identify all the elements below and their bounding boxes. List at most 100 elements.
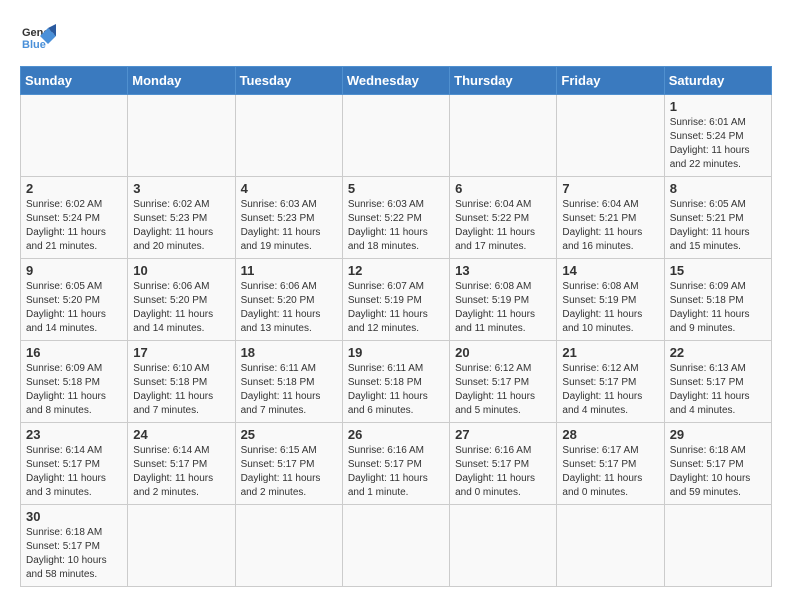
- calendar-day-cell: [450, 505, 557, 587]
- calendar-day-cell: 18 Sunrise: 6:11 AM Sunset: 5:18 PM Dayli…: [235, 341, 342, 423]
- day-info: Sunrise: 6:15 AM Sunset: 5:17 PM Dayligh…: [241, 444, 337, 500]
- day-number: 25: [241, 427, 337, 442]
- day-number: 22: [670, 345, 766, 360]
- calendar-week-row: 9 Sunrise: 6:05 AM Sunset: 5:20 PM Daylig…: [21, 259, 772, 341]
- calendar-day-cell: 9 Sunrise: 6:05 AM Sunset: 5:20 PM Daylig…: [21, 259, 128, 341]
- calendar-table: SundayMondayTuesdayWednesdayThursdayFrid…: [20, 66, 772, 587]
- calendar-day-cell: 17Sunrise: 6:10 AM Sunset: 5:18 PM Dayli…: [128, 341, 235, 423]
- day-of-week-header: Wednesday: [342, 67, 449, 95]
- calendar-day-cell: 20Sunrise: 6:12 AM Sunset: 5:17 PM Dayli…: [450, 341, 557, 423]
- day-info: Sunrise: 6:05 AM Sunset: 5:20 PM Dayligh…: [26, 280, 122, 336]
- calendar-day-cell: 23 Sunrise: 6:14 AM Sunset: 5:17 PM Dayli…: [21, 423, 128, 505]
- calendar-week-row: 1 Sunrise: 6:01 AM Sunset: 5:24 PM Daylig…: [21, 95, 772, 177]
- day-number: 1: [670, 99, 766, 114]
- calendar-day-cell: 21Sunrise: 6:12 AM Sunset: 5:17 PM Dayli…: [557, 341, 664, 423]
- day-of-week-header: Sunday: [21, 67, 128, 95]
- day-info: Sunrise: 6:08 AM Sunset: 5:19 PM Dayligh…: [562, 280, 658, 336]
- day-number: 16: [26, 345, 122, 360]
- day-info: Sunrise: 6:16 AM Sunset: 5:17 PM Dayligh…: [348, 444, 444, 500]
- day-info: Sunrise: 6:17 AM Sunset: 5:17 PM Dayligh…: [562, 444, 658, 500]
- day-number: 30: [26, 509, 122, 524]
- day-number: 17: [133, 345, 229, 360]
- day-number: 3: [133, 181, 229, 196]
- svg-text:Blue: Blue: [22, 39, 46, 51]
- calendar-day-cell: 4 Sunrise: 6:03 AM Sunset: 5:23 PM Daylig…: [235, 177, 342, 259]
- calendar-day-cell: [128, 95, 235, 177]
- day-info: Sunrise: 6:14 AM Sunset: 5:17 PM Dayligh…: [133, 444, 229, 500]
- calendar-day-cell: [557, 505, 664, 587]
- day-number: 9: [26, 263, 122, 278]
- day-info: Sunrise: 6:14 AM Sunset: 5:17 PM Dayligh…: [26, 444, 122, 500]
- day-info: Sunrise: 6:11 AM Sunset: 5:18 PM Dayligh…: [348, 362, 444, 418]
- calendar-day-cell: 27 Sunrise: 6:16 AM Sunset: 5:17 PM Dayli…: [450, 423, 557, 505]
- calendar-day-cell: 28 Sunrise: 6:17 AM Sunset: 5:17 PM Dayli…: [557, 423, 664, 505]
- logo: General Blue: [20, 20, 56, 56]
- calendar-day-cell: 14 Sunrise: 6:08 AM Sunset: 5:19 PM Dayli…: [557, 259, 664, 341]
- day-info: Sunrise: 6:09 AM Sunset: 5:18 PM Dayligh…: [670, 280, 766, 336]
- calendar-week-row: 23 Sunrise: 6:14 AM Sunset: 5:17 PM Dayli…: [21, 423, 772, 505]
- day-info: Sunrise: 6:03 AM Sunset: 5:22 PM Dayligh…: [348, 198, 444, 254]
- day-of-week-header: Monday: [128, 67, 235, 95]
- calendar-day-cell: 24 Sunrise: 6:14 AM Sunset: 5:17 PM Dayli…: [128, 423, 235, 505]
- calendar-day-cell: 6 Sunrise: 6:04 AM Sunset: 5:22 PM Daylig…: [450, 177, 557, 259]
- day-number: 26: [348, 427, 444, 442]
- day-of-week-header: Tuesday: [235, 67, 342, 95]
- day-of-week-header: Friday: [557, 67, 664, 95]
- calendar-day-cell: [557, 95, 664, 177]
- day-info: Sunrise: 6:18 AM Sunset: 5:17 PM Dayligh…: [670, 444, 766, 500]
- day-number: 5: [348, 181, 444, 196]
- page-header: General Blue: [20, 20, 772, 56]
- day-of-week-header: Thursday: [450, 67, 557, 95]
- calendar-day-cell: 22 Sunrise: 6:13 AM Sunset: 5:17 PM Dayli…: [664, 341, 771, 423]
- day-number: 19: [348, 345, 444, 360]
- calendar-day-cell: 12Sunrise: 6:07 AM Sunset: 5:19 PM Dayli…: [342, 259, 449, 341]
- calendar-day-cell: 2 Sunrise: 6:02 AM Sunset: 5:24 PM Daylig…: [21, 177, 128, 259]
- day-info: Sunrise: 6:16 AM Sunset: 5:17 PM Dayligh…: [455, 444, 551, 500]
- day-number: 27: [455, 427, 551, 442]
- day-number: 14: [562, 263, 658, 278]
- day-number: 28: [562, 427, 658, 442]
- calendar-header-row: SundayMondayTuesdayWednesdayThursdayFrid…: [21, 67, 772, 95]
- day-info: Sunrise: 6:05 AM Sunset: 5:21 PM Dayligh…: [670, 198, 766, 254]
- calendar-week-row: 2 Sunrise: 6:02 AM Sunset: 5:24 PM Daylig…: [21, 177, 772, 259]
- calendar-day-cell: 19 Sunrise: 6:11 AM Sunset: 5:18 PM Dayli…: [342, 341, 449, 423]
- calendar-day-cell: 11 Sunrise: 6:06 AM Sunset: 5:20 PM Dayli…: [235, 259, 342, 341]
- calendar-day-cell: [235, 95, 342, 177]
- day-info: Sunrise: 6:09 AM Sunset: 5:18 PM Dayligh…: [26, 362, 122, 418]
- day-info: Sunrise: 6:01 AM Sunset: 5:24 PM Dayligh…: [670, 116, 766, 172]
- calendar-week-row: 30 Sunrise: 6:18 AM Sunset: 5:17 PM Dayli…: [21, 505, 772, 587]
- day-number: 24: [133, 427, 229, 442]
- day-number: 23: [26, 427, 122, 442]
- day-number: 18: [241, 345, 337, 360]
- calendar-day-cell: 26 Sunrise: 6:16 AM Sunset: 5:17 PM Dayli…: [342, 423, 449, 505]
- day-info: Sunrise: 6:07 AM Sunset: 5:19 PM Dayligh…: [348, 280, 444, 336]
- day-number: 7: [562, 181, 658, 196]
- day-number: 13: [455, 263, 551, 278]
- day-number: 4: [241, 181, 337, 196]
- calendar-day-cell: [664, 505, 771, 587]
- day-of-week-header: Saturday: [664, 67, 771, 95]
- calendar-day-cell: 13 Sunrise: 6:08 AM Sunset: 5:19 PM Dayli…: [450, 259, 557, 341]
- day-info: Sunrise: 6:08 AM Sunset: 5:19 PM Dayligh…: [455, 280, 551, 336]
- day-info: Sunrise: 6:02 AM Sunset: 5:24 PM Dayligh…: [26, 198, 122, 254]
- day-info: Sunrise: 6:03 AM Sunset: 5:23 PM Dayligh…: [241, 198, 337, 254]
- logo-icon: General Blue: [20, 20, 56, 56]
- day-info: Sunrise: 6:18 AM Sunset: 5:17 PM Dayligh…: [26, 526, 122, 582]
- day-info: Sunrise: 6:06 AM Sunset: 5:20 PM Dayligh…: [241, 280, 337, 336]
- day-number: 6: [455, 181, 551, 196]
- day-info: Sunrise: 6:12 AM Sunset: 5:17 PM Dayligh…: [562, 362, 658, 418]
- day-info: Sunrise: 6:06 AM Sunset: 5:20 PM Dayligh…: [133, 280, 229, 336]
- day-info: Sunrise: 6:04 AM Sunset: 5:21 PM Dayligh…: [562, 198, 658, 254]
- day-number: 29: [670, 427, 766, 442]
- day-info: Sunrise: 6:13 AM Sunset: 5:17 PM Dayligh…: [670, 362, 766, 418]
- day-info: Sunrise: 6:11 AM Sunset: 5:18 PM Dayligh…: [241, 362, 337, 418]
- day-number: 11: [241, 263, 337, 278]
- calendar-day-cell: [342, 505, 449, 587]
- day-info: Sunrise: 6:04 AM Sunset: 5:22 PM Dayligh…: [455, 198, 551, 254]
- day-info: Sunrise: 6:12 AM Sunset: 5:17 PM Dayligh…: [455, 362, 551, 418]
- day-number: 15: [670, 263, 766, 278]
- day-number: 2: [26, 181, 122, 196]
- calendar-day-cell: 3Sunrise: 6:02 AM Sunset: 5:23 PM Daylig…: [128, 177, 235, 259]
- calendar-day-cell: 15 Sunrise: 6:09 AM Sunset: 5:18 PM Dayli…: [664, 259, 771, 341]
- calendar-day-cell: [21, 95, 128, 177]
